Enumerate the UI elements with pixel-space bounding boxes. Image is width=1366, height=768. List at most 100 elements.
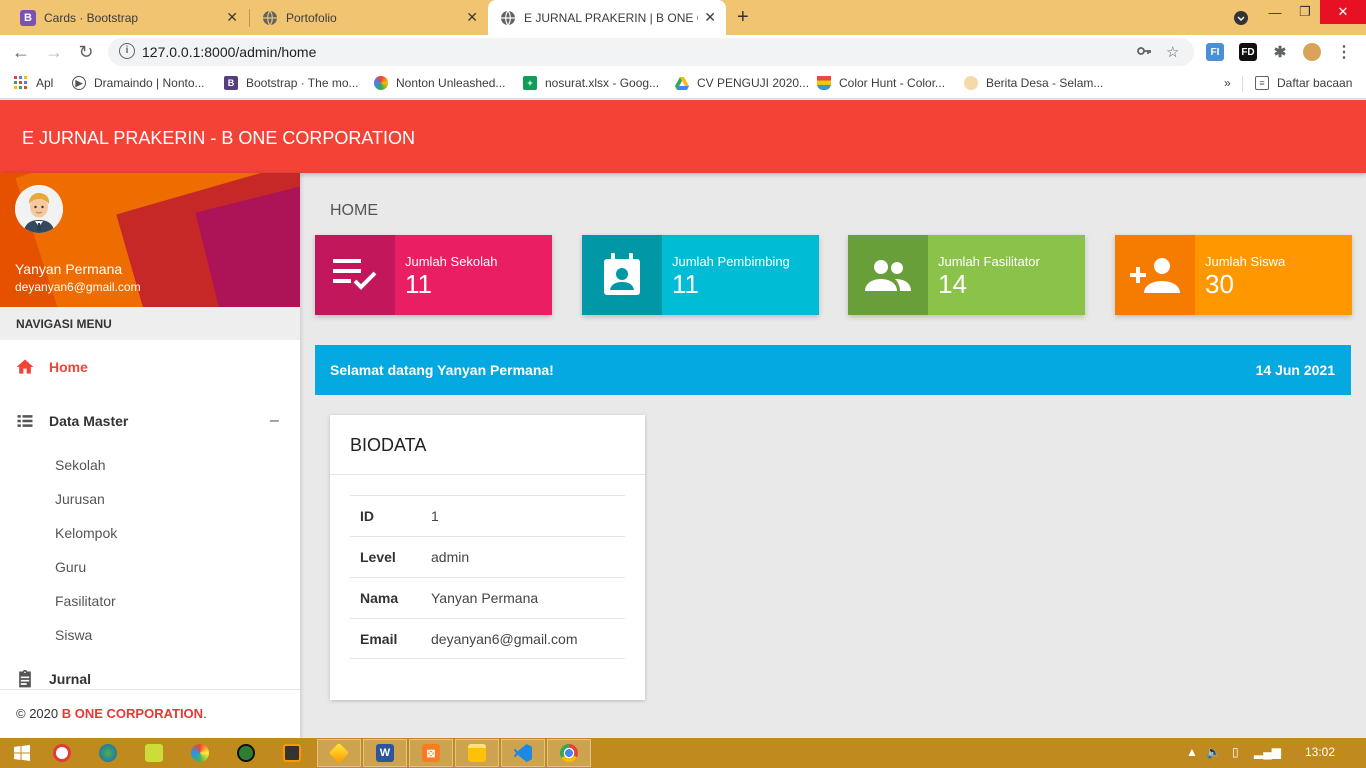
back-icon[interactable]: ← — [9, 40, 33, 64]
bookmark-berita-desa[interactable]: Berita Desa - Selam... — [964, 76, 1103, 90]
app-header: E JURNAL PRAKERIN - B ONE CORPORATION — [0, 100, 1366, 173]
sidebar-item-data-master[interactable]: Data Master – — [0, 406, 300, 436]
welcome-text: Selamat datang Yanyan Permana! — [330, 362, 554, 378]
bookmark-label: Nonton Unleashed... — [396, 76, 506, 90]
bookmark-cv-penguji[interactable]: CV PENGUJI 2020... — [675, 76, 809, 90]
bookmark-nonton[interactable]: Nonton Unleashed... — [374, 76, 505, 90]
bookmark-nosurat[interactable]: + nosurat.xlsx - Goog... — [523, 76, 659, 90]
table-row: Email deyanyan6@gmail.com — [350, 618, 625, 659]
biodata-value: 1 — [431, 508, 439, 524]
clipboard-icon — [19, 669, 31, 688]
address-bar[interactable]: i 127.0.0.1:8000/admin/home ☆ — [108, 38, 1194, 66]
browser-toolbar: ← → ↻ i 127.0.0.1:8000/admin/home ☆ FI F… — [0, 35, 1366, 69]
bookmarks-divider — [1242, 76, 1243, 92]
tab-cards-bootstrap[interactable]: B Cards · Bootstrap ✕ — [8, 0, 248, 35]
xampp-icon[interactable]: ⊠ — [409, 739, 453, 767]
sublime-text-icon[interactable] — [270, 739, 314, 767]
battery-icon[interactable]: ▯ — [1232, 745, 1239, 759]
chrome-icon[interactable] — [547, 739, 591, 767]
bookmark-color-hunt[interactable]: Color Hunt - Color... — [817, 76, 945, 90]
user-email: deyanyan6@gmail.com — [15, 280, 141, 294]
vscode-icon[interactable] — [501, 739, 545, 767]
reading-list-icon: ≡ — [1255, 76, 1269, 90]
close-window-icon[interactable]: ✕ — [1320, 0, 1366, 24]
star-icon[interactable]: ☆ — [1166, 43, 1179, 61]
sidebar-item-sekolah[interactable]: Sekolah — [55, 457, 106, 473]
extension-fi-icon[interactable]: FI — [1206, 43, 1224, 61]
nav-menu-header: NAVIGASI MENU — [0, 307, 300, 340]
windows-taskbar: W ⊠ ▲ 🔈 ▯ ▂▄▆ 13:02 — [0, 738, 1366, 768]
minimize-icon[interactable]: — — [1260, 0, 1290, 24]
windows-logo-icon — [14, 745, 30, 761]
tab-portofolio[interactable]: Portofolio ✕ — [250, 0, 488, 35]
clock[interactable]: 13:02 — [1305, 745, 1335, 759]
bookmark-label: Color Hunt - Color... — [839, 76, 946, 90]
app-title[interactable]: E JURNAL PRAKERIN - B ONE CORPORATION — [22, 128, 415, 149]
close-tab-icon[interactable]: ✕ — [466, 9, 478, 26]
close-tab-icon[interactable]: ✕ — [226, 9, 238, 26]
restore-icon[interactable]: ❐ — [1290, 0, 1320, 24]
sidebar-item-home[interactable]: Home — [0, 352, 300, 382]
sidebar-item-guru[interactable]: Guru — [55, 559, 86, 575]
bookmarks-bar: Apl ▶ Dramaindo | Nonto... B Bootstrap ·… — [0, 69, 1366, 99]
avatar — [15, 185, 63, 233]
file-explorer-icon[interactable] — [455, 739, 499, 767]
card-title: Jumlah Pembimbing — [672, 254, 790, 269]
bookmarks-overflow-button[interactable]: » — [1224, 76, 1231, 90]
biodata-key: Level — [360, 549, 396, 565]
sidebar-footer: © 2020 B ONE CORPORATION. — [0, 689, 300, 738]
card-title: Jumlah Fasilitator — [938, 254, 1040, 269]
sidebar-item-label: Home — [49, 359, 88, 375]
reload-icon[interactable]: ↻ — [74, 40, 98, 64]
extension-fd-icon[interactable]: FD — [1239, 43, 1257, 61]
earth-app-icon[interactable] — [86, 739, 130, 767]
windows-start-button[interactable] — [0, 739, 44, 767]
menu-icon[interactable]: ⋮ — [1335, 43, 1353, 61]
sketch-app-icon[interactable] — [317, 739, 361, 767]
sidebar-item-jurusan[interactable]: Jurusan — [55, 491, 105, 507]
browser-tab-strip: B Cards · Bootstrap ✕ Portofolio ✕ E JUR… — [0, 0, 1366, 35]
key-icon[interactable] — [1136, 43, 1152, 63]
sidebar-item-kelompok[interactable]: Kelompok — [55, 525, 117, 541]
bookmark-label: Apl — [36, 76, 54, 90]
sidebar-item-fasilitator[interactable]: Fasilitator — [55, 593, 116, 609]
biodata-key: Email — [360, 631, 398, 647]
user-info-panel: Yanyan Permana deyanyan6@gmail.com — [0, 173, 300, 307]
collapse-icon[interactable]: – — [270, 412, 279, 430]
volume-icon[interactable]: 🔈 — [1206, 745, 1221, 759]
word-icon[interactable]: W — [363, 739, 407, 767]
card-jumlah-pembimbing: Jumlah Pembimbing 11 — [582, 235, 819, 315]
tab-ejurnal[interactable]: E JURNAL PRAKERIN | B ONE CO ✕ — [488, 0, 726, 35]
bookmark-label: nosurat.xlsx - Goog... — [545, 76, 660, 90]
reading-list-button[interactable]: ≡ Daftar bacaan — [1255, 76, 1352, 90]
sidebar-item-label: Data Master — [49, 413, 129, 429]
page-title: HOME — [330, 202, 378, 219]
bookmark-dramaindo[interactable]: ▶ Dramaindo | Nonto... — [72, 76, 205, 90]
bookmark-bootstrap[interactable]: B Bootstrap · The mo... — [224, 76, 359, 90]
biodata-title: BIODATA — [330, 415, 645, 475]
sidebar-item-siswa[interactable]: Siswa — [55, 627, 92, 643]
table-row: Nama Yanyan Permana — [350, 577, 625, 618]
paint-app-icon[interactable] — [178, 739, 222, 767]
home-icon — [16, 359, 34, 374]
card-jumlah-siswa: Jumlah Siswa 30 — [1115, 235, 1352, 315]
opera-icon[interactable] — [40, 739, 84, 767]
info-icon[interactable]: i — [119, 43, 135, 59]
bookmark-apps[interactable]: Apl — [14, 76, 53, 90]
profile-avatar-icon[interactable] — [1303, 43, 1321, 61]
close-tab-icon[interactable]: ✕ — [704, 9, 716, 26]
biodata-value: admin — [431, 549, 470, 565]
puzzle-icon[interactable]: ✱ — [1271, 43, 1289, 61]
drive-icon — [675, 76, 689, 90]
files-app-icon[interactable] — [132, 739, 176, 767]
biodata-card: BIODATA ID 1 Level admin Nama Yanyan Per… — [330, 415, 645, 700]
signal-icon[interactable]: ▂▄▆ — [1254, 745, 1281, 759]
tab-search-icon[interactable] — [1230, 6, 1252, 30]
globe-icon — [500, 10, 516, 26]
forward-icon[interactable]: → — [42, 40, 66, 64]
tab-label: Cards · Bootstrap — [44, 10, 139, 25]
biodata-key: Nama — [360, 590, 399, 606]
new-tab-button[interactable]: + — [737, 6, 749, 29]
tray-overflow-icon[interactable]: ▲ — [1186, 745, 1198, 759]
globe-app-icon[interactable] — [224, 739, 268, 767]
